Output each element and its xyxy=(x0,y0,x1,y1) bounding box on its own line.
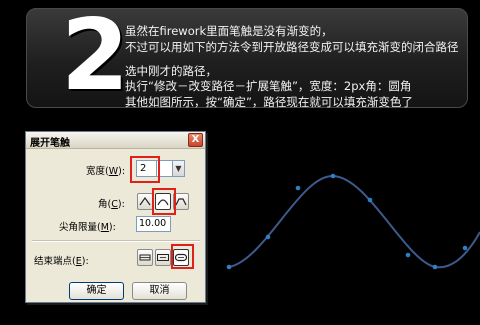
close-icon: X xyxy=(191,134,200,145)
corner-highlight xyxy=(152,188,176,215)
corner-miter-button[interactable] xyxy=(137,193,153,210)
note-line-1: 虽然在firework里面笔触是没有渐变的， xyxy=(125,24,333,38)
cap-butt-button[interactable] xyxy=(137,249,153,266)
path-point xyxy=(462,245,468,251)
width-dropdown-button[interactable]: ▼ xyxy=(172,160,185,177)
note-line-3: 选中刚才的路径， xyxy=(125,64,217,78)
note-line-5: 其他如图所示，按“确定”，路径现在就可以填充渐变色了 xyxy=(125,95,413,109)
sample-path-curve xyxy=(228,174,480,269)
width-highlight xyxy=(130,156,160,183)
dialog-titlebar[interactable]: 展开笔触 X xyxy=(26,132,205,149)
path-point xyxy=(265,234,271,240)
end-cap-highlight xyxy=(171,244,194,269)
note-line-2: 不过可以用如下的方法令到开放路径变成可以填充渐变的闭合路径 xyxy=(125,40,459,54)
cap-square-button[interactable] xyxy=(155,249,171,266)
path-points xyxy=(226,173,468,270)
close-button[interactable]: X xyxy=(188,133,203,147)
corner-miter-icon xyxy=(139,196,151,206)
ok-button[interactable]: 确定 xyxy=(69,282,124,300)
chevron-down-icon: ▼ xyxy=(175,164,182,173)
path-point xyxy=(367,197,373,203)
sample-path xyxy=(226,173,480,270)
miter-limit-label: 尖角限量(M): xyxy=(59,222,116,233)
path-point xyxy=(226,264,232,270)
cap-butt-icon xyxy=(139,254,151,261)
corner-label: 角(C): xyxy=(98,199,125,210)
divider xyxy=(32,240,200,242)
end-caps-label: 结束端点(E): xyxy=(34,256,89,267)
note-line-4: 执行“修改－改变路径－扩展笔触”，宽度：2px角：圆角 xyxy=(125,79,412,93)
cap-square-icon xyxy=(157,254,169,261)
step-banner: 2 虽然在firework里面笔触是没有渐变的， 不过可以用如下的方法令到开放路… xyxy=(26,0,468,113)
expand-stroke-dialog: 展开笔触 X 宽度(W): 2 ▼ 角(C): 尖角限量(M): 10.00 结… xyxy=(25,131,206,303)
dialog-title: 展开笔触 xyxy=(30,138,70,149)
step-number: 2 xyxy=(61,0,129,113)
miter-limit-input[interactable]: 10.00 xyxy=(136,216,171,232)
cancel-button[interactable]: 取消 xyxy=(132,282,187,300)
path-point xyxy=(432,264,438,270)
path-point xyxy=(405,252,411,258)
corner-bevel-icon xyxy=(175,198,187,206)
path-point xyxy=(330,173,336,179)
width-label: 宽度(W): xyxy=(86,166,126,177)
path-point xyxy=(295,185,301,191)
